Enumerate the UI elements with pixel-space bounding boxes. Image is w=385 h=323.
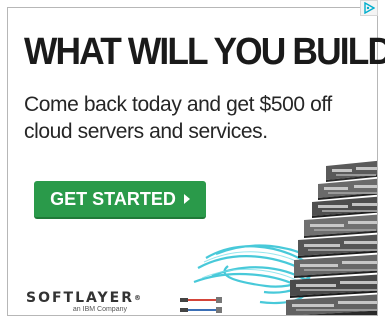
server-rack-image — [180, 160, 377, 315]
get-started-button[interactable]: GET STARTED — [34, 181, 206, 219]
brand-name: SOFTLAYER® — [26, 291, 141, 305]
adchoices-triangle-icon — [364, 2, 375, 14]
ad-headline: WHAT WILL YOU BUILD? — [24, 31, 385, 73]
softlayer-logo[interactable]: SOFTLAYER® an IBM Company — [26, 291, 141, 313]
ad-banner[interactable]: SOFTLAYER® an IBM Company WHAT WILL YOU … — [0, 0, 385, 323]
get-started-label: GET STARTED — [50, 188, 176, 209]
ad-subtext: Come back today and get $500 off cloud s… — [24, 93, 332, 143]
triangle-right-icon — [183, 194, 190, 204]
brand-trademark: ® — [134, 294, 141, 302]
brand-name-text: SOFTLAYER — [26, 290, 134, 306]
brand-tagline: an IBM Company — [72, 306, 127, 313]
adchoices-icon[interactable] — [360, 0, 378, 16]
